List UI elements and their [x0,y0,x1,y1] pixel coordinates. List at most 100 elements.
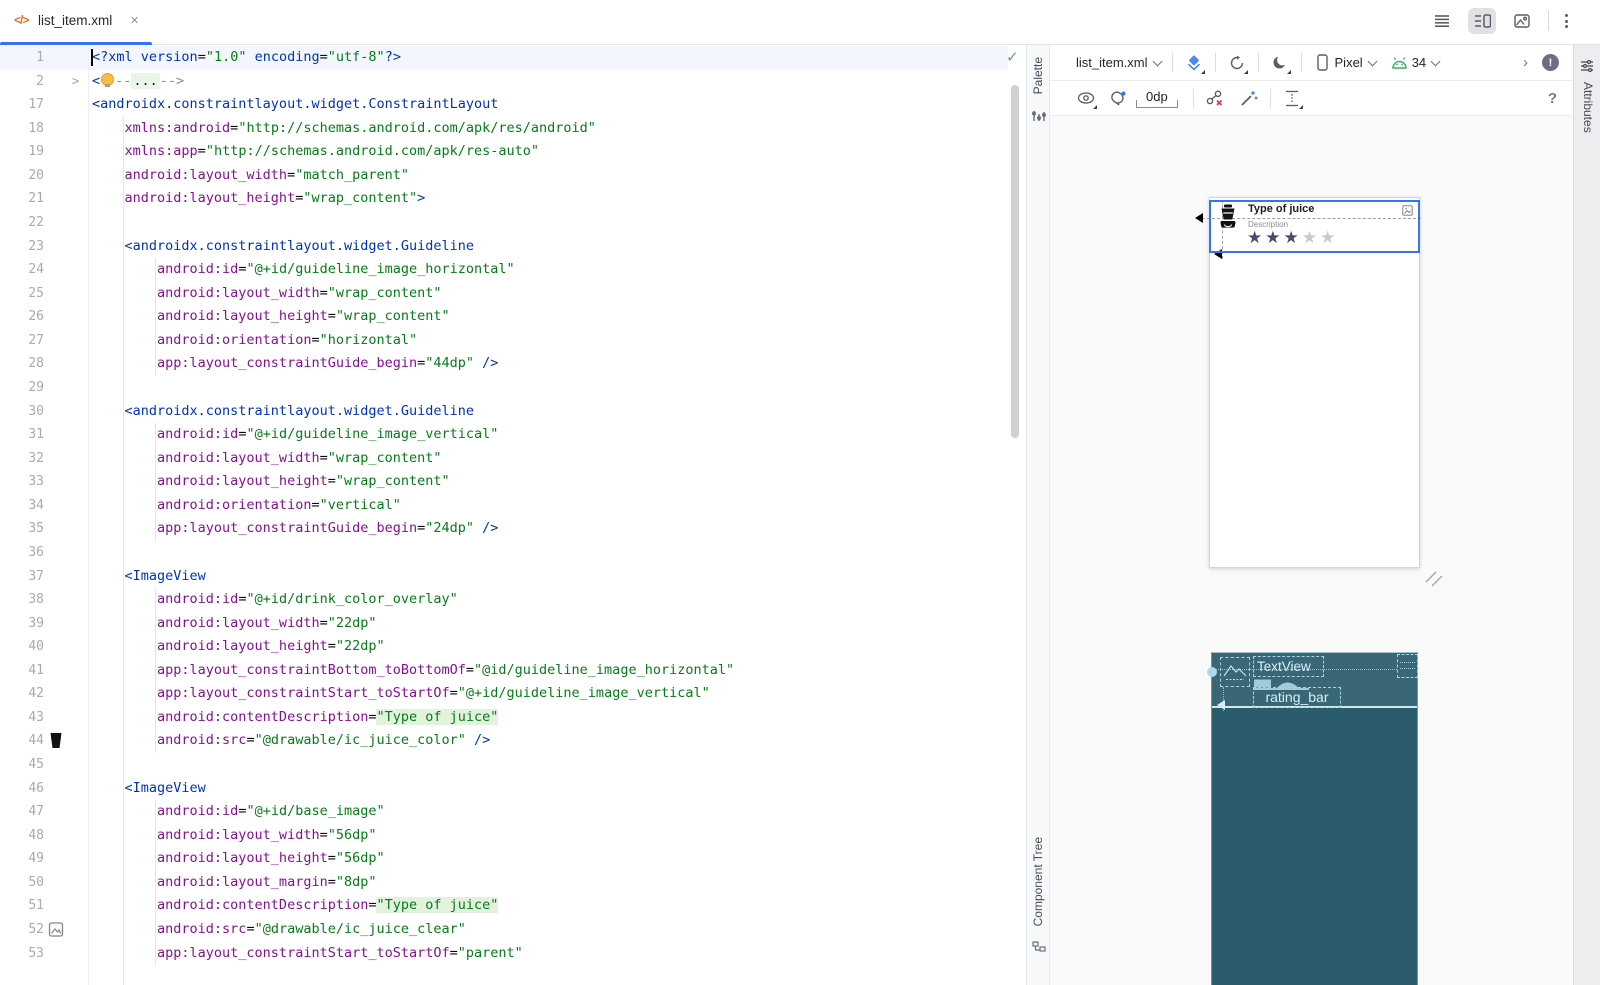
intention-bulb-icon[interactable] [101,73,114,86]
inspection-ok-icon[interactable]: ✓ [1006,48,1019,66]
fold-marker-icon[interactable]: > [72,70,79,94]
editor-line-24[interactable]: 24 android:id="@+id/guideline_image_hori… [0,258,1008,282]
align-pack-button[interactable] [1280,86,1304,110]
line-number: 49 [0,847,44,871]
device-icon [1311,51,1335,75]
editor-line-45[interactable]: 45 [0,753,1008,777]
device-selector[interactable]: Pixel [1335,55,1363,70]
surface-resize-handle[interactable] [1422,568,1444,588]
editor-line-52[interactable]: 52 android:src="@drawable/ic_juice_clear… [0,918,1008,942]
blueprint-rating-bar[interactable]: rating_bar [1253,687,1341,708]
editor-line-41[interactable]: 41 app:layout_constraintBottom_toBottomO… [0,659,1008,683]
design-toolbar-main: list_item.xml Pixel 34 [1050,45,1573,81]
editor-line-47[interactable]: 47 android:id="@+id/base_image" [0,800,1008,824]
editor-line-30[interactable]: 30 <androidx.constraintlayout.widget.Gui… [0,400,1008,424]
editor-line-46[interactable]: 46 <ImageView [0,777,1008,801]
editor-line-19[interactable]: 19 xmlns:app="http://schemas.android.com… [0,140,1008,164]
design-file-selector[interactable]: list_item.xml [1076,55,1148,70]
editor-line-35[interactable]: 35 app:layout_constraintGuide_begin="24d… [0,517,1008,541]
editor-line-27[interactable]: 27 android:orientation="horizontal" [0,329,1008,353]
line-number: 1 [0,46,44,70]
drawable-preview-juice-icon[interactable] [48,732,64,749]
blueprint-imageview[interactable] [1220,657,1250,687]
rating-bar[interactable]: ★★★★★ [1247,228,1338,248]
help-button[interactable]: ? [1548,90,1557,107]
editor-line-26[interactable]: 26 android:layout_height="wrap_content" [0,305,1008,329]
editor-line-17[interactable]: 17<androidx.constraintlayout.widget.Cons… [0,93,1008,117]
line-number: 43 [0,706,44,730]
star-icon[interactable]: ★ [1265,228,1283,248]
editor-scrollbar[interactable] [1011,85,1019,438]
clear-constraints-button[interactable] [1203,86,1227,110]
editor-line-37[interactable]: 37 <ImageView [0,565,1008,589]
editor-line-32[interactable]: 32 android:layout_width="wrap_content" [0,447,1008,471]
tab-list-item-xml[interactable]: </> list_item.xml ✕ [0,0,152,45]
design-view-button[interactable] [1508,8,1536,34]
line-number: 18 [0,117,44,141]
juice-blender-image[interactable] [1217,204,1239,230]
editor-line-2[interactable]: 2><--...--> [0,70,1008,94]
editor-line-50[interactable]: 50 android:layout_margin="8dp" [0,871,1008,895]
editor-line-42[interactable]: 42 app:layout_constraintStart_toStartOf=… [0,682,1008,706]
editor-line-53[interactable]: 53 app:layout_constraintStart_toStartOf=… [0,942,1008,966]
view-options-button[interactable] [1074,86,1098,110]
star-icon[interactable]: ★ [1284,228,1302,248]
editor-line-43[interactable]: 43 android:contentDescription="Type of j… [0,706,1008,730]
tab-close-icon[interactable]: ✕ [130,14,139,27]
editor-line-21[interactable]: 21 android:layout_height="wrap_content"> [0,187,1008,211]
api-level-selector[interactable]: 34 [1412,55,1426,70]
split-view-button[interactable] [1468,8,1496,34]
editor-line-33[interactable]: 33 android:layout_height="wrap_content" [0,470,1008,494]
editor-line-28[interactable]: 28 app:layout_constraintGuide_begin="44d… [0,352,1008,376]
infer-constraints-button[interactable] [1237,86,1261,110]
line-number: 33 [0,470,44,494]
editor-line-18[interactable]: 18 xmlns:android="http://schemas.android… [0,117,1008,141]
palette-panel-tab[interactable]: Palette [1031,57,1045,94]
design-canvas[interactable]: Type of juice Description ★★★★★ [1050,116,1573,985]
editor-line-38[interactable]: 38 android:id="@+id/drink_color_overlay" [0,588,1008,612]
blueprint-textview[interactable]: TextView [1253,656,1324,677]
line-number: 48 [0,824,44,848]
constraint-anchor-dot[interactable] [1207,667,1217,677]
default-margin-selector[interactable]: 0dp [1136,89,1178,108]
attributes-icon[interactable] [1580,59,1594,73]
editor-line-1[interactable]: 1<?xml version="1.0" encoding="utf-8"?> [0,46,1008,70]
toolbar-overflow-chevron[interactable]: › [1523,54,1528,71]
editor-line-34[interactable]: 34 android:orientation="vertical" [0,494,1008,518]
editor-line-44[interactable]: 44 android:src="@drawable/ic_juice_color… [0,729,1008,753]
line-number: 51 [0,894,44,918]
blueprint-surface[interactable]: TextView rating_bar [1211,652,1418,985]
editor-line-31[interactable]: 31 android:id="@+id/guideline_image_vert… [0,423,1008,447]
code-editor[interactable]: 1<?xml version="1.0" encoding="utf-8"?>2… [0,45,1026,985]
editor-line-25[interactable]: 25 android:layout_width="wrap_content" [0,282,1008,306]
editor-line-29[interactable]: 29 [0,376,1008,400]
orientation-button[interactable] [1225,51,1249,75]
editor-line-49[interactable]: 49 android:layout_height="56dp" [0,847,1008,871]
editor-line-51[interactable]: 51 android:contentDescription="Type of j… [0,894,1008,918]
star-icon[interactable]: ★ [1302,228,1320,248]
star-icon[interactable]: ★ [1320,228,1338,248]
editor-line-40[interactable]: 40 android:layout_height="22dp" [0,635,1008,659]
drawable-preview-image-icon[interactable] [48,921,64,938]
night-mode-button[interactable] [1268,51,1292,75]
surface-mode-button[interactable] [1182,51,1206,75]
editor-line-23[interactable]: 23 <androidx.constraintlayout.widget.Gui… [0,235,1008,259]
attributes-panel-tab[interactable]: Attributes [1581,82,1595,133]
editor-line-39[interactable]: 39 android:layout_width="22dp" [0,612,1008,636]
component-tree-icon[interactable] [1032,941,1046,955]
blueprint-small-view[interactable] [1397,654,1418,678]
guideline-anchor-icon[interactable] [1195,213,1203,223]
more-options-icon[interactable] [1561,14,1572,28]
autoconnect-button[interactable] [1106,86,1130,110]
editor-line-22[interactable]: 22 [0,211,1008,235]
image-placeholder-icon [1221,660,1249,682]
code-view-button[interactable] [1428,8,1456,34]
palette-icon[interactable] [1032,109,1046,123]
component-tree-panel-tab[interactable]: Component Tree [1031,837,1045,926]
line-number: 31 [0,423,44,447]
editor-line-36[interactable]: 36 [0,541,1008,565]
editor-line-20[interactable]: 20 android:layout_width="match_parent" [0,164,1008,188]
star-icon[interactable]: ★ [1247,228,1265,248]
editor-line-48[interactable]: 48 android:layout_width="56dp" [0,824,1008,848]
issues-badge[interactable]: ! [1542,54,1559,71]
